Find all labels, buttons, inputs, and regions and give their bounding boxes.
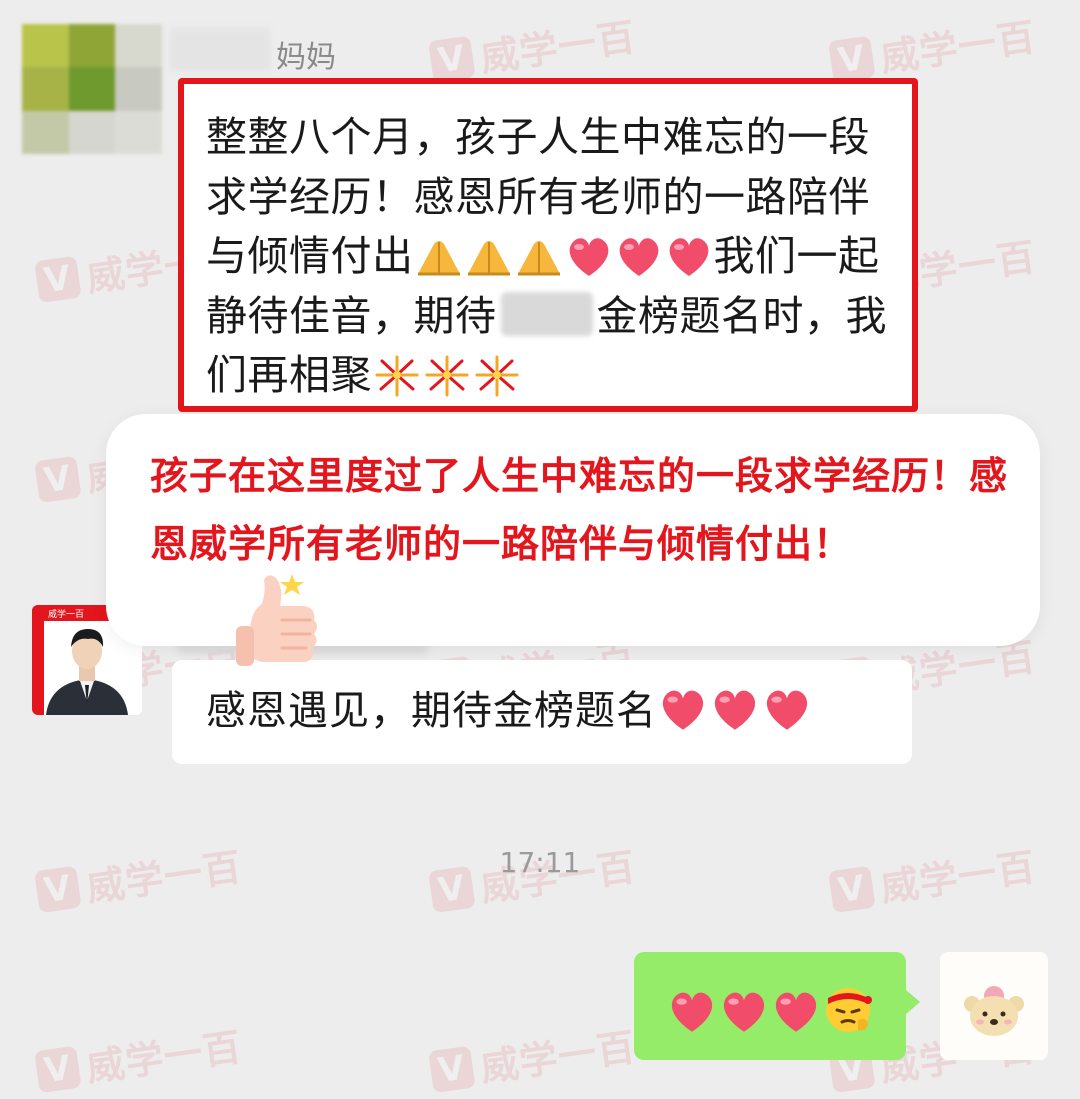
red-heart-icon [761, 686, 813, 732]
watermark-logo-icon: V [34, 1045, 82, 1093]
red-heart-icon [664, 234, 714, 278]
watermark: V威学一百 [427, 6, 639, 89]
watermark-text: 威学一百 [477, 14, 639, 81]
folded-hands-icon [414, 234, 464, 278]
determined-face-icon [822, 984, 874, 1034]
red-heart-icon [709, 686, 761, 732]
watermark: V威学一百 [427, 1016, 639, 1099]
fireworks-icon [372, 353, 422, 397]
message-bubble-highlighted[interactable]: 整整八个月，孩子人生中难忘的一段求学经历！感恩所有老师的一路陪伴与倾情付出 我们一… [178, 78, 918, 412]
sender-name-redacted [170, 28, 270, 70]
folded-hands-icon [464, 234, 514, 278]
sender-name: 妈妈 [276, 40, 336, 75]
watermark-logo-icon: V [828, 35, 876, 83]
red-heart-icon [657, 686, 709, 732]
thumbs-up-icon [222, 570, 332, 684]
callout-text: 孩子在这里度过了人生中难忘的一段求学经历！感恩威学所有老师的一路陪伴与倾情付出！ [150, 454, 1009, 566]
red-heart-icon [564, 234, 614, 278]
watermark-text: 威学一百 [877, 14, 1039, 81]
red-heart-icon [666, 988, 718, 1034]
redacted-text [500, 291, 593, 336]
watermark-text: 威学一百 [477, 1024, 639, 1091]
fireworks-icon [422, 353, 472, 397]
folded-hands-icon [514, 234, 564, 278]
watermark-logo-icon: V [428, 35, 476, 83]
watermark: V威学一百 [827, 6, 1039, 89]
red-heart-icon [718, 988, 770, 1034]
red-heart-icon [614, 234, 664, 278]
message-text: 感恩遇见，期待金榜题名 [206, 685, 912, 737]
outgoing-message-bubble[interactable] [634, 952, 920, 1060]
watermark-logo-icon: V [428, 1045, 476, 1093]
sender-avatar-mosaic[interactable] [22, 24, 162, 154]
message-timestamp: 17:11 [499, 846, 581, 879]
fireworks-icon [472, 353, 522, 397]
red-heart-icon [770, 988, 822, 1034]
message-text: 整整八个月，孩子人生中难忘的一段求学经历！感恩所有老师的一路陪伴与倾情付出 我们一… [206, 108, 894, 406]
watermark-logo-icon: V [34, 455, 82, 503]
watermark-logo-icon: V [34, 255, 82, 303]
watermark: V威学一百 [33, 1016, 245, 1099]
watermark-text: 威学一百 [83, 1024, 245, 1091]
self-avatar[interactable] [940, 952, 1048, 1060]
message-text-content: 感恩遇见，期待金榜题名 [206, 688, 657, 734]
bear-avatar-icon [964, 986, 1024, 1036]
